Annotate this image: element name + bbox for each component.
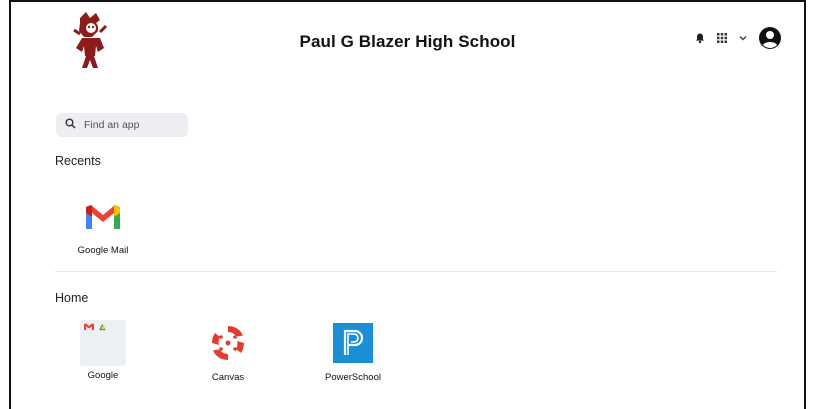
app-google[interactable]: Google bbox=[58, 320, 148, 381]
app-label: Canvas bbox=[211, 372, 245, 383]
apps-grid-icon[interactable] bbox=[716, 32, 728, 44]
home-heading: Home bbox=[55, 291, 89, 305]
app-launcher-frame: Paul G Blazer High School Find an app Re… bbox=[9, 0, 806, 409]
gmail-icon bbox=[80, 193, 126, 239]
recents-heading: Recents bbox=[55, 154, 101, 168]
page-title: Paul G Blazer High School bbox=[299, 32, 516, 51]
bell-icon[interactable] bbox=[694, 32, 706, 44]
header: Paul G Blazer High School bbox=[11, 2, 804, 80]
app-canvas[interactable]: Canvas bbox=[183, 320, 273, 383]
search-input[interactable] bbox=[82, 118, 186, 132]
google-folder-icon bbox=[80, 320, 126, 366]
search-bar[interactable] bbox=[56, 113, 188, 137]
search-icon bbox=[65, 116, 76, 134]
app-label: Google Mail bbox=[77, 245, 129, 256]
canvas-icon bbox=[205, 320, 251, 366]
app-label: Google bbox=[87, 370, 119, 381]
app-google-mail[interactable]: Google Mail bbox=[58, 193, 148, 256]
app-label: PowerSchool bbox=[325, 372, 381, 383]
account-icon[interactable] bbox=[758, 26, 782, 50]
chevron-down-icon[interactable] bbox=[738, 34, 748, 42]
section-divider bbox=[55, 271, 777, 272]
app-powerschool[interactable]: PowerSchool bbox=[308, 320, 398, 383]
header-actions bbox=[694, 26, 782, 50]
powerschool-icon bbox=[330, 320, 376, 366]
